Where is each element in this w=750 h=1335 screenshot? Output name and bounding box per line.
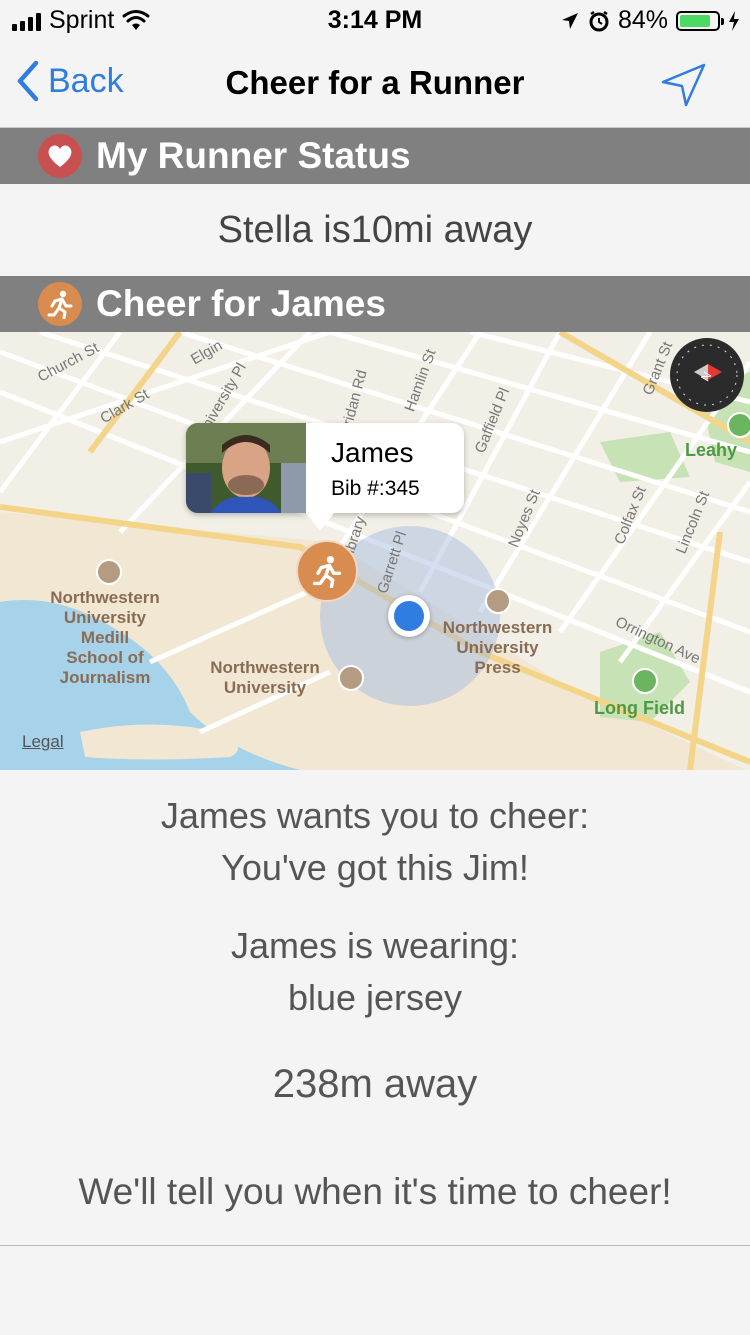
- place-label-line: Medill: [80, 628, 130, 647]
- place-label-line: Northwestern: [442, 618, 553, 637]
- place-label-nu: Northwestern University: [195, 658, 335, 698]
- place-label-nu-press: Northwestern University Press: [425, 618, 570, 678]
- callout-name: James: [331, 437, 414, 468]
- status-bar: Sprint 3:14 PM 84%: [0, 0, 750, 40]
- place-icon-nu-press: [485, 588, 511, 614]
- runner-distance: 238m away: [272, 1062, 478, 1106]
- runner-icon: [38, 282, 82, 326]
- battery-percent: 84%: [617, 6, 668, 34]
- location-services-icon: [561, 12, 578, 29]
- place-label-line: Journalism: [59, 668, 151, 687]
- heart-icon: [38, 134, 82, 178]
- callout-bib: Bib #:345: [331, 477, 420, 500]
- runner-pin-icon: [312, 556, 342, 588]
- cheer-section-header: Cheer for James: [0, 276, 750, 332]
- cheer-section-title: Cheer for James: [96, 283, 386, 324]
- chevron-left-icon: [17, 60, 39, 102]
- bottom-bar: [0, 1245, 750, 1335]
- park-icon-long-field: [632, 668, 658, 694]
- place-label-medill: Northwestern University Medill School of…: [30, 588, 180, 688]
- compass-icon: N: [676, 344, 738, 406]
- charging-icon: [729, 10, 739, 31]
- location-arrow-button[interactable]: [660, 62, 708, 113]
- place-label-line: University: [63, 608, 147, 627]
- clothing-text: blue jersey: [287, 977, 463, 1018]
- place-label-line: University: [456, 638, 539, 657]
- place-label-line: Northwestern: [210, 658, 320, 677]
- place-icon-nu: [338, 665, 364, 691]
- runner-status-header: My Runner Status: [0, 128, 750, 184]
- battery-icon: [676, 10, 724, 31]
- cheer-message-text: You've got this Jim!: [221, 847, 529, 888]
- back-label: Back: [48, 61, 124, 100]
- place-icon-medill: [96, 559, 122, 585]
- runner-callout[interactable]: James Bib #:345: [186, 423, 464, 531]
- place-label-leahy: Leahy: [685, 440, 738, 460]
- place-label-long-field: Long Field: [594, 698, 685, 718]
- cheer-message: James wants you to cheer: You've got thi…: [0, 790, 750, 894]
- navigation-bar: Back Cheer for a Runner: [0, 40, 750, 128]
- park-icon-leahy: [727, 412, 750, 438]
- alarm-icon: [589, 10, 609, 31]
- runner-distance-text: Stella is10mi away: [217, 208, 533, 251]
- map-view[interactable]: Church St Elgin Clark St University Pl S…: [0, 332, 750, 770]
- runner-clothing: James is wearing: blue jersey: [0, 920, 750, 1024]
- compass-button[interactable]: N: [670, 338, 744, 412]
- cheer-message-label: James wants you to cheer:: [160, 795, 590, 836]
- runner-pin[interactable]: [296, 540, 358, 602]
- location-arrow-icon: [661, 63, 706, 107]
- back-button[interactable]: Back: [16, 60, 124, 102]
- runner-status-title: My Runner Status: [96, 135, 411, 176]
- clothing-label: James is wearing:: [230, 925, 520, 966]
- legal-link[interactable]: Legal: [22, 732, 64, 752]
- place-label-line: Press: [474, 658, 521, 677]
- cheer-notice: We'll tell you when it's time to cheer!: [78, 1171, 672, 1212]
- runner-photo: [186, 423, 306, 513]
- place-label-line: School of: [66, 648, 144, 667]
- user-location-dot: [388, 595, 430, 637]
- place-label-line: Northwestern: [50, 588, 160, 607]
- place-label-line: University: [223, 678, 307, 697]
